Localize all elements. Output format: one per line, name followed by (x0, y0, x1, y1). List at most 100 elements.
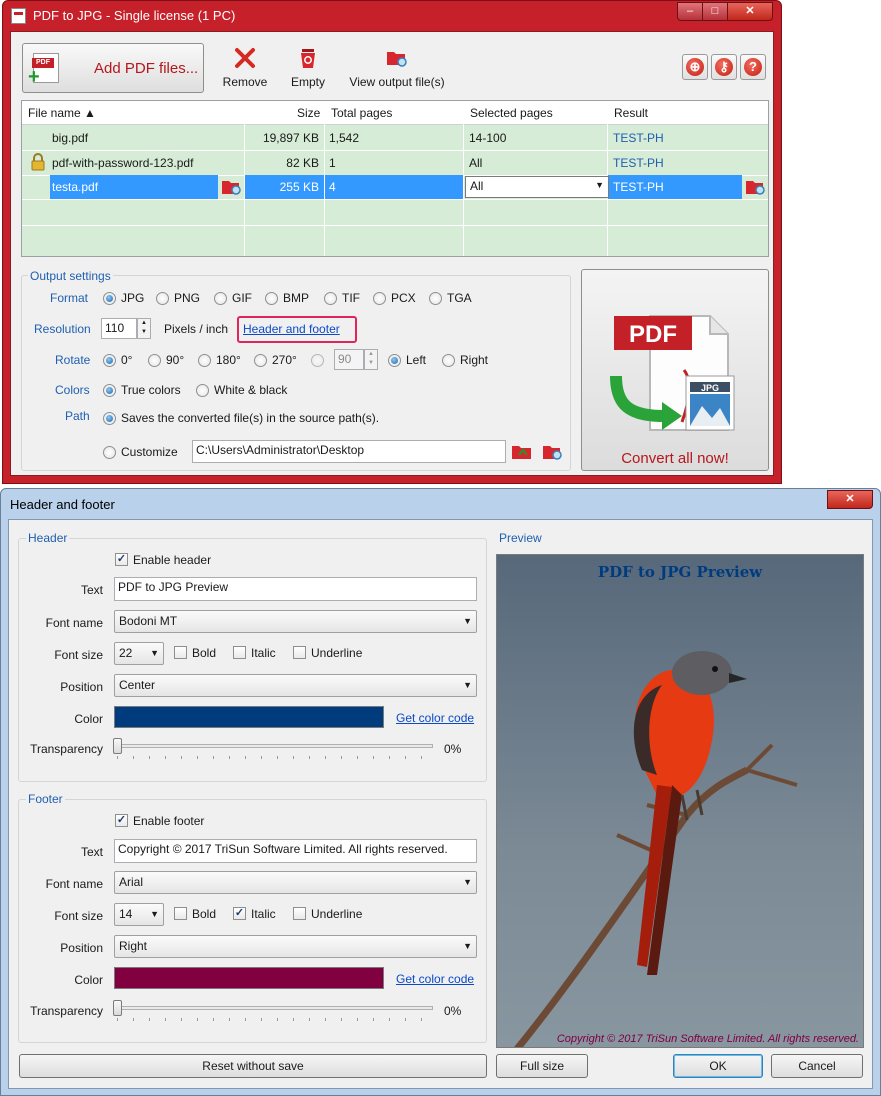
selected-pages-cell[interactable]: All (469, 156, 482, 170)
header-font-name-select[interactable]: Bodoni MT ▼ (114, 610, 477, 633)
result-cell[interactable]: TEST-PH (613, 131, 664, 145)
slider-thumb[interactable] (113, 1000, 122, 1016)
add-pdf-files-button[interactable]: PDF + Add PDF files... (22, 43, 204, 93)
format-tga-label[interactable]: TGA (447, 291, 472, 305)
empty-button[interactable]: Empty (283, 46, 333, 89)
source-path-radio[interactable] (103, 412, 116, 425)
format-png-label[interactable]: PNG (174, 291, 200, 305)
footer-bold-label[interactable]: Bold (192, 907, 216, 921)
custom-angle-input[interactable]: 90 (334, 349, 364, 370)
footer-font-size-select[interactable]: 14 ▼ (114, 903, 164, 926)
format-pcx-radio[interactable] (373, 292, 386, 305)
browse-folder-icon[interactable] (511, 443, 533, 461)
enable-footer-checkbox[interactable]: ✓ (115, 814, 128, 827)
format-gif-radio[interactable] (214, 292, 227, 305)
enable-footer-label[interactable]: Enable footer (133, 814, 204, 828)
customize-path-input[interactable]: C:\Users\Administrator\Desktop (192, 440, 506, 463)
rotate-270-radio[interactable] (254, 354, 267, 367)
file-table[interactable]: File name ▲ Size Total pages Selected pa… (21, 100, 769, 257)
website-button[interactable]: ⊕ (682, 54, 708, 80)
format-gif-label[interactable]: GIF (232, 291, 252, 305)
format-png-radio[interactable] (156, 292, 169, 305)
selected-pages-cell[interactable]: 14-100 (469, 131, 506, 145)
close-button[interactable]: ✕ (727, 2, 773, 21)
result-cell[interactable]: TEST-PH (613, 180, 664, 194)
header-italic-label[interactable]: Italic (251, 646, 276, 660)
header-color-swatch[interactable] (114, 706, 384, 728)
maximize-button[interactable]: □ (702, 2, 728, 21)
open-folder-icon[interactable] (542, 443, 564, 461)
folder-search-icon[interactable] (745, 178, 767, 196)
format-tif-label[interactable]: TIF (342, 291, 360, 305)
header-get-color-code-link[interactable]: Get color code (396, 711, 474, 725)
customize-radio[interactable] (103, 446, 116, 459)
rotate-180-label[interactable]: 180° (216, 353, 241, 367)
format-jpg-radio[interactable] (103, 292, 116, 305)
direction-left-label[interactable]: Left (406, 353, 426, 367)
true-colors-radio[interactable] (103, 384, 116, 397)
direction-left-radio[interactable] (388, 354, 401, 367)
format-bmp-radio[interactable] (265, 292, 278, 305)
header-underline-label[interactable]: Underline (311, 646, 362, 660)
dialog-close-button[interactable]: ✕ (827, 490, 873, 509)
header-transparency-slider[interactable] (113, 738, 433, 759)
ok-button[interactable]: OK (673, 1054, 763, 1078)
register-button[interactable]: ⚷ (711, 54, 737, 80)
reset-without-save-button[interactable]: Reset without save (19, 1054, 487, 1078)
format-tif-radio[interactable] (324, 292, 337, 305)
customize-label[interactable]: Customize (121, 445, 178, 459)
header-font-size-select[interactable]: 22 ▼ (114, 642, 164, 665)
enable-header-label[interactable]: Enable header (133, 553, 211, 567)
rotate-90-radio[interactable] (148, 354, 161, 367)
slider-thumb[interactable] (113, 738, 122, 754)
header-text-input[interactable]: PDF to JPG Preview (114, 577, 477, 601)
header-bold-label[interactable]: Bold (192, 646, 216, 660)
format-jpg-label[interactable]: JPG (121, 291, 144, 305)
col-size[interactable]: Size (297, 106, 320, 120)
resolution-input[interactable]: 110 (101, 318, 137, 339)
convert-all-button[interactable]: PDF JPG Convert all now! (581, 269, 769, 471)
header-underline-checkbox[interactable] (293, 646, 306, 659)
col-file-name[interactable]: File name ▲ (28, 106, 96, 120)
view-output-button[interactable]: View output file(s) (343, 46, 451, 89)
result-cell[interactable]: TEST-PH (613, 156, 664, 170)
white-black-label[interactable]: White & black (214, 383, 287, 397)
rotate-90-label[interactable]: 90° (166, 353, 184, 367)
enable-header-checkbox[interactable]: ✓ (115, 553, 128, 566)
folder-search-icon[interactable] (221, 178, 243, 196)
direction-right-radio[interactable] (442, 354, 455, 367)
header-bold-checkbox[interactable] (174, 646, 187, 659)
footer-color-swatch[interactable] (114, 967, 384, 989)
footer-italic-checkbox[interactable]: ✓ (233, 907, 246, 920)
remove-button[interactable]: Remove (217, 46, 273, 89)
rotate-270-label[interactable]: 270° (272, 353, 297, 367)
rotate-custom-radio[interactable] (311, 354, 324, 367)
custom-angle-spinner[interactable]: ▲ ▼ (364, 349, 378, 370)
direction-right-label[interactable]: Right (460, 353, 488, 367)
rotate-0-label[interactable]: 0° (121, 353, 132, 367)
col-selected-pages[interactable]: Selected pages (470, 106, 553, 120)
cancel-button[interactable]: Cancel (771, 1054, 863, 1078)
rotate-180-radio[interactable] (198, 354, 211, 367)
footer-italic-label[interactable]: Italic (251, 907, 276, 921)
header-italic-checkbox[interactable] (233, 646, 246, 659)
format-bmp-label[interactable]: BMP (283, 291, 309, 305)
selected-pages-dropdown[interactable]: All ▼ (465, 176, 609, 198)
footer-underline-label[interactable]: Underline (311, 907, 362, 921)
footer-font-name-select[interactable]: Arial ▼ (114, 871, 477, 894)
footer-position-select[interactable]: Right ▼ (114, 935, 477, 958)
rotate-0-radio[interactable] (103, 354, 116, 367)
footer-text-input[interactable]: Copyright © 2017 TriSun Software Limited… (114, 839, 477, 863)
full-size-button[interactable]: Full size (496, 1054, 588, 1078)
true-colors-label[interactable]: True colors (121, 383, 181, 397)
help-button[interactable]: ? (740, 54, 766, 80)
footer-underline-checkbox[interactable] (293, 907, 306, 920)
col-result[interactable]: Result (614, 106, 648, 120)
white-black-radio[interactable] (196, 384, 209, 397)
footer-bold-checkbox[interactable] (174, 907, 187, 920)
minimize-button[interactable]: – (677, 2, 703, 21)
footer-transparency-slider[interactable] (113, 1000, 433, 1021)
resolution-spinner[interactable]: ▲ ▼ (137, 318, 151, 339)
format-tga-radio[interactable] (429, 292, 442, 305)
footer-get-color-code-link[interactable]: Get color code (396, 972, 474, 986)
